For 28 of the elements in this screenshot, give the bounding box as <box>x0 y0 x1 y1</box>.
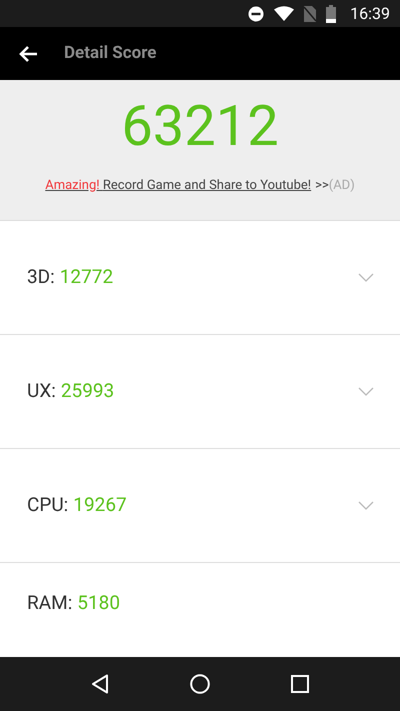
category-label: RAM: <box>27 590 72 616</box>
category-label: UX: <box>27 378 56 404</box>
category-score: 12772 <box>60 264 114 290</box>
clock: 16:39 <box>350 2 390 24</box>
home-button[interactable] <box>190 674 210 694</box>
circle-home-icon <box>190 674 210 694</box>
back-arrow-icon <box>18 44 38 62</box>
screen-title: Detail Score <box>64 42 156 65</box>
battery-icon <box>326 4 336 22</box>
recents-button[interactable] <box>291 675 310 693</box>
category-label: 3D: <box>27 264 55 290</box>
square-recents-icon <box>291 675 310 693</box>
wifi-icon <box>274 6 294 21</box>
ad-link[interactable]: Amazing! Record Game and Share to Youtube! <box>45 176 312 196</box>
do-not-disturb-icon <box>248 6 264 22</box>
back-nav-button[interactable] <box>90 674 109 694</box>
score-row[interactable]: 3D: 12772 <box>0 220 400 334</box>
arrows-text: >> <box>315 177 329 195</box>
category-score: 19267 <box>73 492 127 518</box>
category-label: CPU: <box>27 492 68 518</box>
score-row[interactable]: UX: 25993 <box>0 334 400 448</box>
total-score: 63212 <box>121 98 279 154</box>
category-score: 5180 <box>77 590 120 616</box>
score-row[interactable]: CPU: 19267 <box>0 448 400 562</box>
ad-tag: (AD) <box>328 176 355 196</box>
category-score: 25993 <box>60 378 114 404</box>
triangle-back-icon <box>90 674 109 694</box>
no-sim-icon <box>304 6 316 22</box>
